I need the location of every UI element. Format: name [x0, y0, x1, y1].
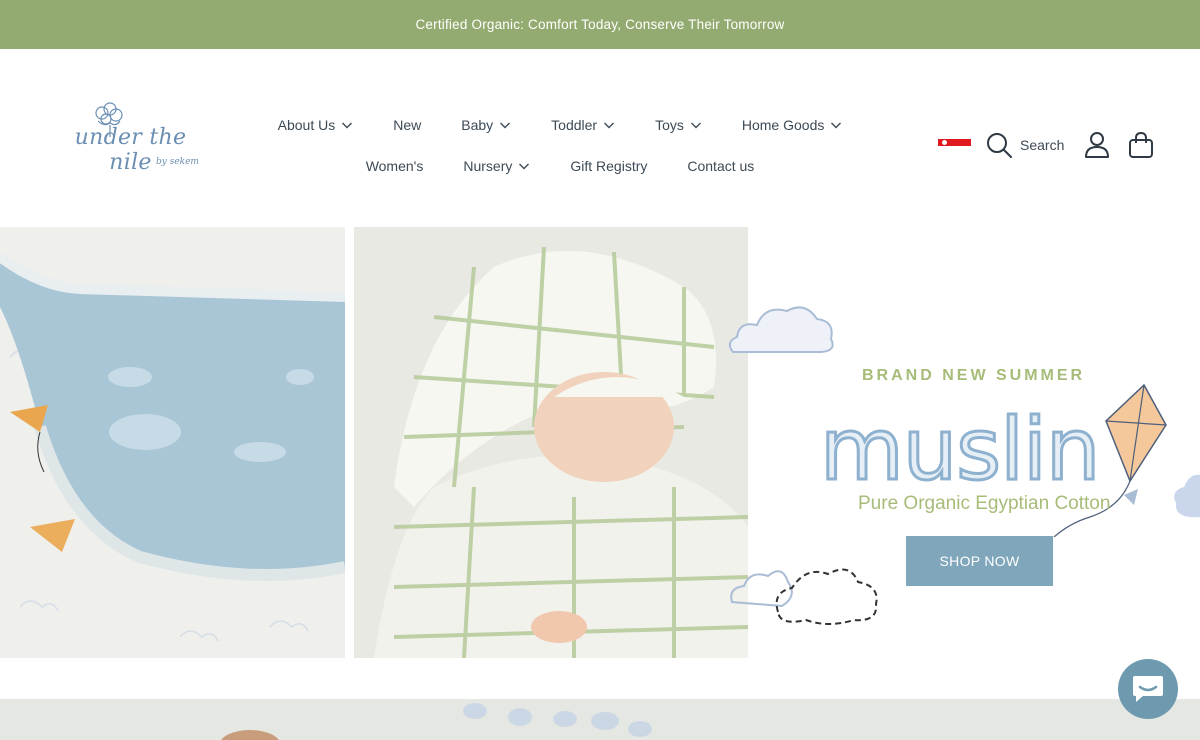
chevron-down-icon [831, 122, 842, 129]
chevron-down-icon [519, 163, 530, 170]
hero-headline: muslin [818, 400, 1101, 500]
chevron-down-icon [342, 122, 353, 129]
hero-banner[interactable]: BRAND NEW SUMMER muslin Pure Organic Egy… [0, 227, 1200, 658]
main-nav: About Us New Baby Toddler Toys Home Goods Wom… [240, 111, 880, 180]
nav-item-label: Home Goods [741, 117, 825, 133]
nav-item-nursery[interactable]: Nursery [443, 158, 550, 174]
nav-item-label: Contact us [687, 158, 755, 174]
nav-item-contact-us[interactable]: Contact us [667, 158, 774, 174]
nav-item-label: Toddler [551, 117, 598, 133]
shop-now-button[interactable]: SHOP NOW [906, 536, 1053, 586]
cart-icon[interactable] [1128, 131, 1154, 159]
logo[interactable]: under the nile by sekem [58, 101, 203, 179]
hero-tagline: Pure Organic Egyptian Cotton [858, 493, 1111, 514]
nav-item-label: Toys [655, 117, 684, 133]
header-utilities: Search [938, 129, 1154, 161]
account-icon[interactable] [1084, 131, 1110, 159]
nav-item-label: New [393, 117, 422, 133]
nav-row-1: About Us New Baby Toddler Toys Home Goods [240, 111, 880, 139]
site-header: under the nile by sekem About Us New Baby T… [0, 49, 1200, 227]
hero-photo-baby [354, 227, 748, 658]
nav-item-gift-registry[interactable]: Gift Registry [550, 158, 667, 174]
search-icon [987, 133, 1012, 158]
hero-photo-blanket [0, 227, 345, 658]
announcement-text: Certified Organic: Comfort Today, Conser… [415, 17, 785, 32]
cloud-icon [728, 306, 834, 353]
chat-icon [1133, 676, 1163, 702]
nav-item-toys[interactable]: Toys [635, 117, 722, 133]
nav-item-label: Baby [461, 117, 494, 133]
announcement-bar: Certified Organic: Comfort Today, Conser… [0, 0, 1200, 49]
nav-item-label: Nursery [463, 158, 513, 174]
nav-item-label: About Us [277, 117, 336, 133]
hero-eyebrow: BRAND NEW SUMMER [862, 367, 1086, 384]
chevron-down-icon [690, 122, 701, 129]
nav-item-baby[interactable]: Baby [441, 117, 531, 133]
nav-item-label: Women's [365, 158, 424, 174]
nav-row-2: Women's Nursery Gift Registry Contact us [240, 152, 880, 180]
search-button[interactable]: Search [985, 131, 1064, 159]
nav-item-home-goods[interactable]: Home Goods [722, 117, 862, 133]
search-label: Search [1020, 137, 1065, 153]
logo-wordmark: under the nile [74, 125, 187, 175]
chat-button[interactable] [1118, 659, 1178, 719]
nav-item-label: Gift Registry [570, 158, 648, 174]
chevron-down-icon [500, 122, 511, 129]
logo-subtitle: by sekem [156, 157, 199, 167]
chevron-down-icon [604, 122, 615, 129]
nav-item-about-us[interactable]: About Us [258, 117, 374, 133]
nav-item-toddler[interactable]: Toddler [531, 117, 635, 133]
nav-item-women-s[interactable]: Women's [346, 158, 444, 174]
singapore-flag-icon[interactable] [938, 138, 971, 152]
next-section-image [0, 699, 1200, 740]
cloud-icon [730, 568, 878, 625]
nav-item-new[interactable]: New [373, 117, 441, 133]
